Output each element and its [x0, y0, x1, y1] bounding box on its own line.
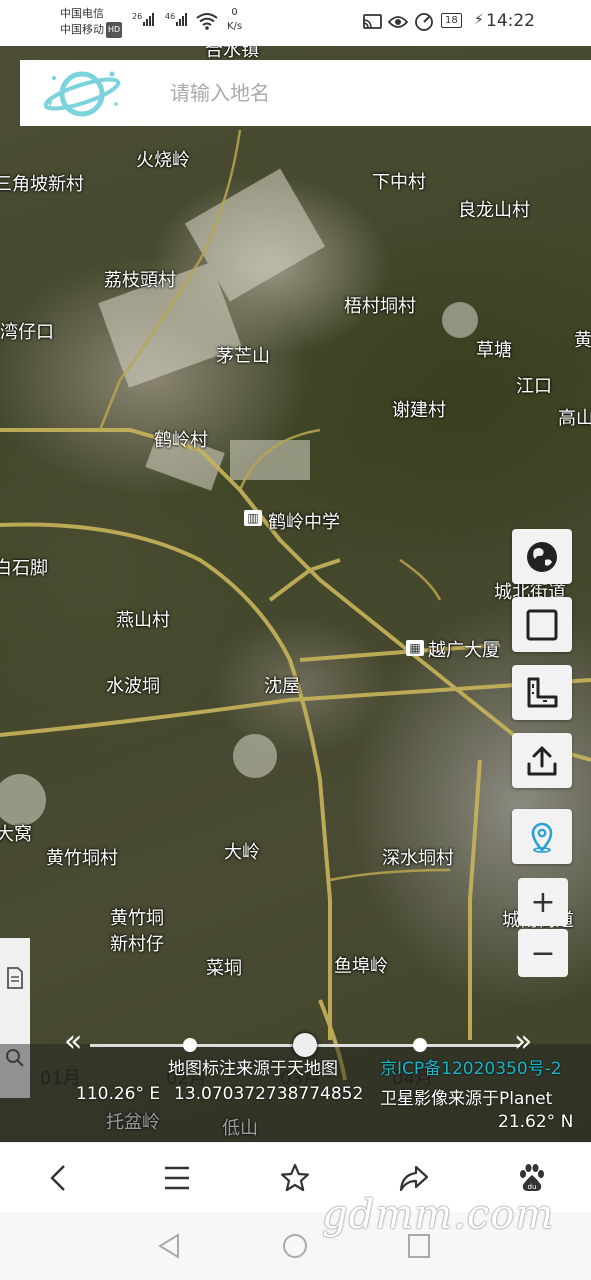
battery-icon: 18: [441, 13, 462, 28]
app-logo[interactable]: [20, 60, 150, 126]
map-label: 湾仔口: [0, 322, 54, 343]
map-label: 大岭: [224, 842, 260, 863]
net-speed-unit: K/s: [227, 21, 243, 32]
zoom-out-button[interactable]: −: [518, 929, 568, 977]
search-bar: [20, 60, 591, 126]
map-label: 大窝: [0, 824, 32, 845]
document-button[interactable]: [0, 938, 30, 1018]
map-label: 鹤岭中学: [268, 512, 340, 533]
share-icon: [527, 746, 557, 775]
forward-icon: [399, 1165, 428, 1192]
building-icon: ▦: [406, 640, 424, 656]
measure-button[interactable]: [512, 665, 572, 720]
wifi-icon: [196, 13, 218, 30]
timeline-panel: « » 01月 02月 03月 04月 地图标注来源于天地图 京ICP备1202…: [0, 1024, 591, 1142]
location-icon: [531, 822, 553, 853]
map-label: 下中村: [372, 172, 426, 193]
signal-2-icon: 46: [165, 12, 188, 26]
back-icon: [50, 1165, 65, 1191]
map-label: 茅芒山: [216, 346, 270, 367]
map-label: 黄: [574, 330, 591, 351]
site-watermark: gdmm.com: [322, 1192, 555, 1238]
map-label: 江口: [516, 376, 552, 397]
carrier-info: 中国电信 中国移动 HD: [60, 6, 123, 38]
map-label: 谢建村: [392, 400, 446, 421]
latitude-readout: 21.62° N: [498, 1112, 574, 1132]
hd-badge: HD: [106, 22, 123, 38]
satellite-map[interactable]: 合水镇 三角坡新村 火烧岭 下中村 良龙山村 荔枝頭村 梧村垌村 湾仔口 茅芒山…: [0, 46, 591, 1142]
icp-link[interactable]: 京ICP备12020350号-2: [380, 1054, 562, 1079]
zoom-in-button[interactable]: +: [518, 878, 568, 926]
map-label: 荔枝頭村: [104, 270, 176, 291]
map-label: 梧村垌村: [344, 296, 416, 317]
signal-2-label: 46: [165, 12, 176, 21]
timeline-month: 01月: [40, 1068, 81, 1089]
charging-icon: ⚡: [474, 12, 484, 28]
document-icon: [7, 967, 23, 989]
globe-icon: [527, 541, 557, 572]
satellite-attribution: 卫星影像来源于Planet: [380, 1089, 553, 1109]
timeline-prev-button[interactable]: «: [64, 1024, 82, 1059]
star-icon: [281, 1163, 310, 1192]
longitude-readout: 110.26° E: [76, 1084, 161, 1104]
battery-level: 18: [445, 15, 458, 26]
map-label: 燕山村: [116, 610, 170, 631]
map-label: 火烧岭: [136, 150, 190, 171]
layer-square-button[interactable]: [512, 597, 572, 652]
status-bar: 中国电信 中国移动 HD 26 46 0 K/s 18 ⚡ 14:22: [0, 0, 591, 46]
map-label: 黄竹垌: [110, 908, 164, 929]
speedometer-icon: [415, 13, 433, 31]
svg-text:du: du: [527, 1183, 536, 1191]
ruler-icon: [527, 677, 558, 707]
back-button[interactable]: [29, 1148, 89, 1208]
carrier-1: 中国电信: [60, 7, 104, 20]
eye-icon: [388, 16, 408, 28]
favorite-button[interactable]: [265, 1148, 325, 1208]
map-label: 深水垌村: [382, 848, 454, 869]
globe-button[interactable]: [512, 529, 572, 584]
signal-1-icon: 26: [132, 12, 155, 26]
locate-button[interactable]: [512, 809, 572, 864]
menu-button[interactable]: [147, 1148, 207, 1208]
share-button[interactable]: [512, 733, 572, 788]
square-icon: [526, 609, 558, 640]
timeline-point[interactable]: [413, 1038, 427, 1052]
baidu-icon: du: [519, 1164, 544, 1191]
map-label: 白石脚: [0, 558, 48, 579]
net-speed: 0 K/s: [227, 6, 242, 34]
plus-icon: +: [530, 884, 556, 920]
map-label: 黄竹垌村: [46, 848, 118, 869]
map-label: 三角坡新村: [0, 174, 84, 195]
planet-logo-icon: [43, 71, 121, 117]
net-speed-value: 0: [231, 7, 238, 18]
carrier-2: 中国移动: [60, 23, 104, 36]
map-label: 高山: [558, 408, 591, 429]
system-back-icon[interactable]: [156, 1232, 182, 1260]
map-label: 良龙山村: [458, 200, 530, 221]
menu-icon: [165, 1166, 190, 1190]
map-label: 新村仔: [110, 934, 164, 955]
signal-1-label: 26: [132, 12, 143, 21]
center-value-readout: 13.070372738774852: [174, 1084, 364, 1104]
map-label: 鹤岭村: [154, 430, 208, 451]
cast-icon: [362, 14, 382, 29]
school-icon: ▥: [244, 510, 262, 526]
map-label: 沈屋: [264, 676, 300, 697]
map-label: 越广大厦: [428, 640, 500, 661]
map-attribution: 地图标注来源于天地图: [168, 1059, 338, 1079]
map-label: 鱼埠岭: [334, 956, 388, 977]
timeline-track[interactable]: [90, 1033, 520, 1057]
map-label: 水波垌: [106, 676, 160, 697]
map-label: 菜垌: [206, 958, 242, 979]
map-label: 草塘: [476, 340, 512, 361]
minus-icon: −: [530, 935, 556, 971]
system-home-icon[interactable]: [281, 1232, 309, 1260]
timeline-point[interactable]: [183, 1038, 197, 1052]
place-search-input[interactable]: [170, 60, 590, 126]
clock: 14:22: [486, 11, 535, 31]
